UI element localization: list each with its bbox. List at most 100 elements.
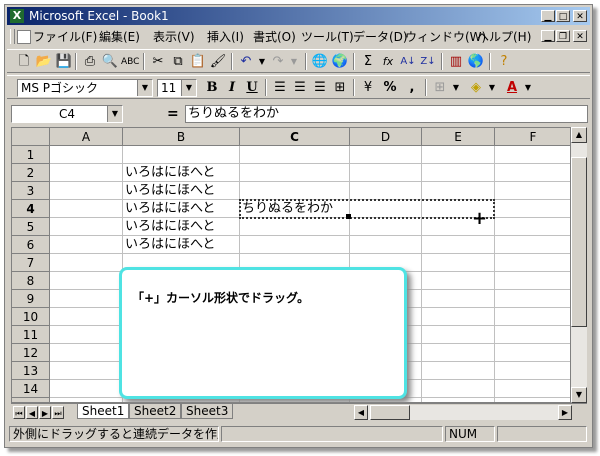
web-toolbar-icon[interactable]: 🌍	[331, 53, 349, 71]
bold-button[interactable]: B	[203, 79, 221, 97]
row-header-12[interactable]: 12	[12, 344, 50, 362]
borders-dropdown-icon[interactable]: ▼	[447, 79, 465, 97]
print-icon[interactable]: ⎙	[81, 53, 99, 71]
column-header-a[interactable]: A	[50, 128, 123, 146]
font-size-combo[interactable]: 11 ▼	[157, 79, 197, 97]
cell-b2[interactable]: いろはにほへと	[125, 164, 215, 182]
vertical-scroll-thumb[interactable]	[571, 157, 587, 327]
row-header-5[interactable]: 5	[12, 218, 50, 236]
doc-close-button[interactable]: ✕	[573, 30, 587, 42]
scroll-down-icon[interactable]: ▼	[571, 387, 587, 403]
column-header-b[interactable]: B	[123, 128, 240, 146]
chart-wizard-icon[interactable]: ▥	[447, 53, 465, 71]
comma-button[interactable]: ,	[403, 79, 421, 97]
vertical-scrollbar[interactable]: ▲ ▼	[571, 127, 587, 403]
name-box[interactable]: C4 ▼	[11, 105, 123, 123]
row-header-10[interactable]: 10	[12, 308, 50, 326]
cell-b5[interactable]: いろはにほへと	[125, 218, 215, 236]
font-name-combo[interactable]: MS Pゴシック ▼	[17, 79, 153, 97]
select-all-corner[interactable]	[12, 128, 50, 146]
sheet-tab-3[interactable]: Sheet3	[181, 404, 234, 419]
column-header-d[interactable]: D	[350, 128, 422, 146]
row-header-8[interactable]: 8	[12, 272, 50, 290]
row-header-4[interactable]: 4	[12, 200, 50, 218]
align-center-icon[interactable]: ☰	[291, 79, 309, 97]
underline-button[interactable]: U	[243, 79, 261, 97]
menu-insert[interactable]: 挿入(I)	[207, 30, 244, 44]
row-header-2[interactable]: 2	[12, 164, 50, 182]
save-icon[interactable]: 💾	[55, 53, 73, 71]
row-header-1[interactable]: 1	[12, 146, 50, 164]
autosum-icon[interactable]: Σ	[359, 53, 377, 71]
paste-function-icon[interactable]: fx	[379, 53, 397, 71]
close-button[interactable]: ✕	[573, 10, 587, 22]
doc-restore-button[interactable]: ❐	[556, 30, 570, 42]
column-header-f[interactable]: F	[495, 128, 570, 146]
fill-color-dropdown-icon[interactable]: ▼	[483, 79, 501, 97]
scroll-up-icon[interactable]: ▲	[571, 127, 587, 143]
align-left-icon[interactable]: ☰	[271, 79, 289, 97]
merge-center-icon[interactable]: ⊞	[331, 79, 349, 97]
row-header-11[interactable]: 11	[12, 326, 50, 344]
redo-dropdown-icon[interactable]: ▼	[285, 53, 303, 71]
minimize-button[interactable]: ▁	[541, 10, 555, 22]
sheet-tab-1[interactable]: Sheet1	[77, 404, 130, 419]
column-header-c[interactable]: C	[240, 128, 350, 146]
fill-handle[interactable]	[346, 214, 351, 219]
row-header-9[interactable]: 9	[12, 290, 50, 308]
paste-icon[interactable]: 📋	[189, 53, 207, 71]
scroll-left-icon[interactable]: ◀	[354, 405, 368, 420]
italic-button[interactable]: I	[223, 79, 241, 97]
row-header-6[interactable]: 6	[12, 236, 50, 254]
cell-b4[interactable]: いろはにほへと	[125, 200, 215, 218]
print-preview-icon[interactable]: 🔍	[101, 53, 119, 71]
cell-b6[interactable]: いろはにほへと	[125, 236, 215, 254]
workbook-icon[interactable]	[17, 30, 31, 44]
edit-formula-button[interactable]: =	[167, 105, 179, 123]
row-header-3[interactable]: 3	[12, 182, 50, 200]
maximize-button[interactable]: □	[556, 10, 570, 22]
spelling-icon[interactable]: ABC	[121, 53, 139, 71]
menu-help[interactable]: ヘルプ(H)	[477, 30, 531, 44]
map-icon[interactable]: 🌎	[467, 53, 485, 71]
column-header-e[interactable]: E	[422, 128, 495, 146]
percent-button[interactable]: %	[381, 79, 399, 97]
menu-window[interactable]: ウィンドウ(W)	[405, 30, 486, 44]
doc-minimize-button[interactable]: ▁	[541, 30, 555, 42]
menu-format[interactable]: 書式(O)	[253, 30, 296, 44]
scroll-right-icon[interactable]: ▶	[558, 405, 572, 420]
horizontal-scrollbar[interactable]: ◀ ▶	[354, 405, 572, 420]
menu-view[interactable]: 表示(V)	[153, 30, 195, 44]
cell-b3[interactable]: いろはにほへと	[125, 182, 215, 200]
last-sheet-icon[interactable]: ⏭	[52, 406, 64, 419]
next-sheet-icon[interactable]: ▶	[39, 406, 51, 419]
formula-input[interactable]: ちりぬるをわか	[185, 105, 588, 123]
menu-data[interactable]: データ(D)	[353, 30, 408, 44]
align-right-icon[interactable]: ☰	[311, 79, 329, 97]
menu-file[interactable]: ファイル(F)	[33, 30, 97, 44]
font-color-dropdown-icon[interactable]: ▼	[519, 79, 537, 97]
font-name-dropdown-icon[interactable]: ▼	[137, 80, 152, 96]
first-sheet-icon[interactable]: ⏮	[13, 406, 25, 419]
row-header-14[interactable]: 14	[12, 380, 50, 398]
copy-icon[interactable]: ⧉	[169, 53, 187, 71]
menu-grip[interactable]	[10, 29, 15, 44]
horizontal-scroll-thumb[interactable]	[370, 405, 410, 420]
font-size-dropdown-icon[interactable]: ▼	[181, 80, 196, 96]
cut-icon[interactable]: ✂	[149, 53, 167, 71]
sort-ascending-icon[interactable]: A↓	[399, 53, 417, 71]
menu-edit[interactable]: 編集(E)	[99, 30, 140, 44]
office-assistant-icon[interactable]: ?	[495, 53, 513, 71]
open-icon[interactable]: 📂	[35, 53, 53, 71]
format-painter-icon[interactable]: 🖌	[209, 53, 227, 71]
currency-icon[interactable]: ¥	[359, 79, 377, 97]
row-header-7[interactable]: 7	[12, 254, 50, 272]
row-header-13[interactable]: 13	[12, 362, 50, 380]
sort-descending-icon[interactable]: Z↓	[419, 53, 437, 71]
name-box-dropdown-icon[interactable]: ▼	[107, 106, 122, 122]
sheet-tab-2[interactable]: Sheet2	[129, 404, 182, 419]
new-icon[interactable]: 🗋	[15, 53, 33, 71]
prev-sheet-icon[interactable]: ◀	[26, 406, 38, 419]
hyperlink-icon[interactable]: 🌐	[311, 53, 329, 71]
menu-tools[interactable]: ツール(T)	[301, 30, 354, 44]
